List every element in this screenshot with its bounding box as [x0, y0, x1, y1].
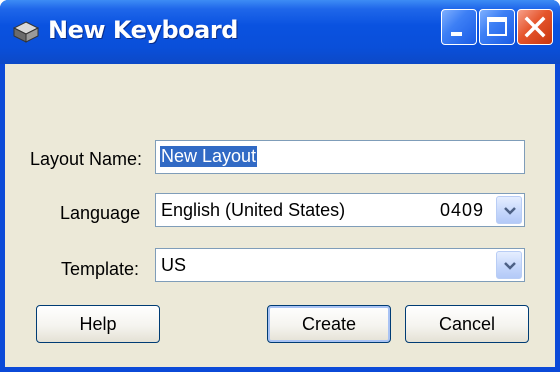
minimize-button[interactable] [441, 9, 477, 45]
dialog-body: Layout Name: New Layout Language English… [5, 64, 555, 367]
template-label: Template: [61, 259, 140, 279]
chevron-down-icon [504, 207, 516, 215]
language-dropdown-button[interactable] [496, 196, 522, 224]
language-value: English (United States) [161, 200, 346, 220]
layout-name-field[interactable]: New Layout [155, 140, 525, 174]
create-button[interactable]: Create [267, 305, 391, 343]
template-value: US [161, 255, 187, 275]
template-dropdown-button[interactable] [496, 251, 522, 279]
maximize-button[interactable] [479, 9, 515, 45]
new-keyboard-dialog: New Keyboard Layout Name: New Layout Lan… [0, 0, 560, 372]
title-bar[interactable]: New Keyboard [0, 0, 560, 64]
keyboard-app-icon [12, 20, 40, 44]
template-select[interactable]: US [155, 248, 525, 282]
close-icon [524, 16, 546, 38]
maximize-icon [487, 17, 507, 36]
chevron-down-icon [504, 262, 516, 270]
minimize-icon [451, 32, 462, 36]
close-button[interactable] [517, 9, 553, 45]
layout-name-label: Layout Name: [30, 149, 143, 169]
language-select[interactable]: English (United States) 0409 [155, 193, 525, 227]
help-button[interactable]: Help [36, 305, 160, 343]
language-label: Language [60, 203, 141, 223]
layout-name-value: New Layout [160, 146, 258, 167]
window-title: New Keyboard [48, 16, 238, 44]
cancel-button[interactable]: Cancel [405, 305, 529, 343]
language-code: 0409 [439, 200, 484, 220]
